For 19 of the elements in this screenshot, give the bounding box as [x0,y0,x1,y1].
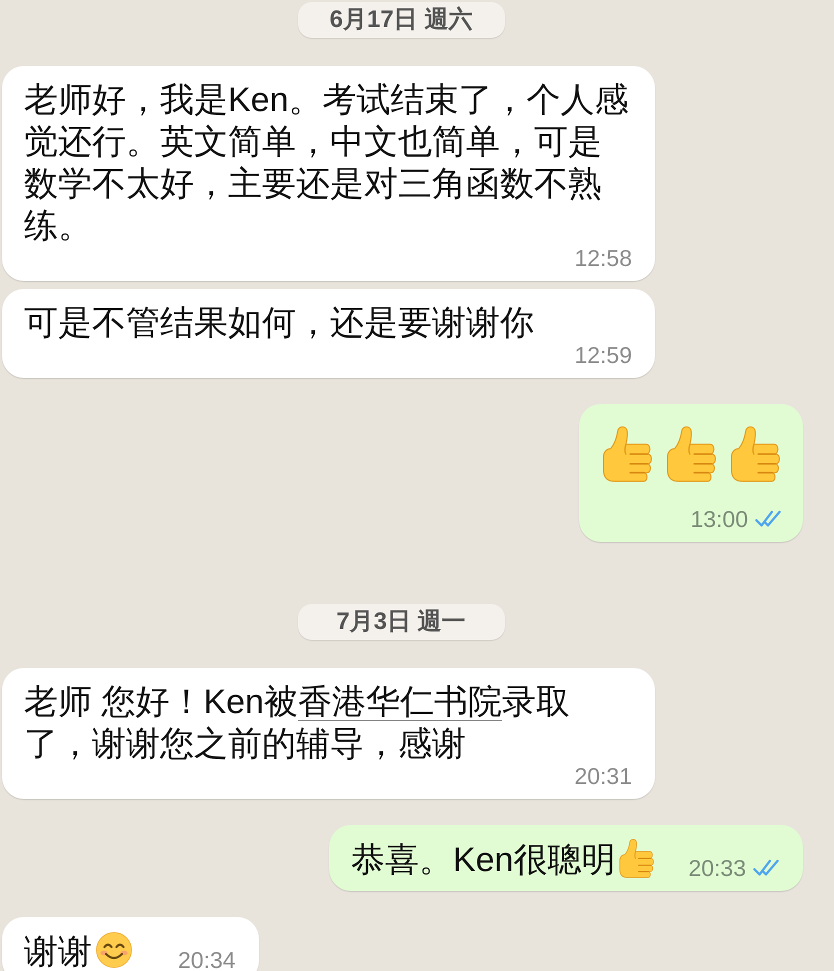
thumbs-up-icon [730,425,782,482]
thumbs-up-icon [619,838,656,878]
thumbs-up-icon [602,425,654,482]
smiling-face-icon [96,930,132,970]
message-time: 20:34 [178,949,236,971]
date-label: 6月17日 週六 [298,2,504,38]
message-time: 20:31 [574,765,632,787]
message-text: 老师 您好！Ken被香港华仁书院录取了，谢谢您之前的辅导，感谢 [24,683,570,763]
message-time: 20:33 [688,857,746,879]
date-label: 7月3日 週一 [298,604,504,640]
message-text: 谢谢 [24,933,92,971]
message-time: 13:00 [690,508,748,530]
message-text: 老师好，我是Ken。考试结束了，个人感觉还行。英文简单，中文也简单，可是数学不太好，主要还是对三角函数不熟练。 [24,81,628,245]
link[interactable]: 香港华仁书院 [298,683,502,721]
thumbs-up-icon [666,425,718,482]
message-text: 可是不管结果如何，还是要谢谢你 [24,304,534,342]
message-time: 12:59 [574,344,632,366]
message-text: 恭喜。Ken很聰明 [350,841,616,879]
message-time: 12:58 [574,247,632,269]
